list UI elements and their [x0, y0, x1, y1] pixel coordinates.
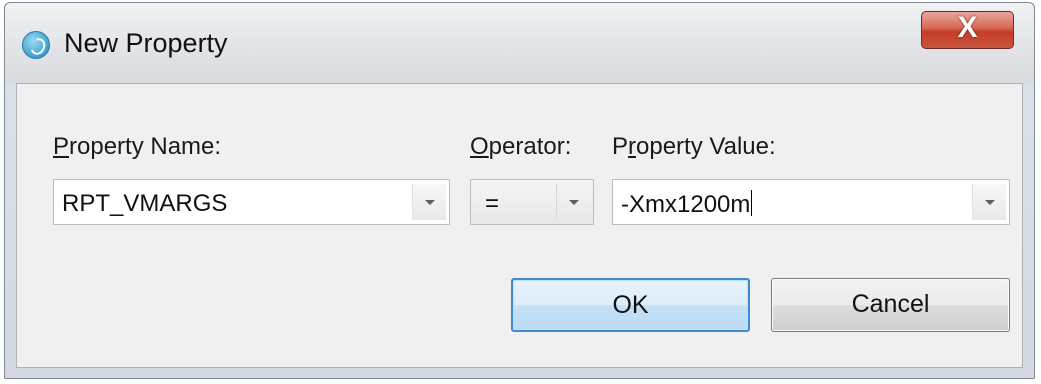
chevron-down-icon[interactable] [556, 184, 590, 220]
operator-label: Operator: [470, 133, 572, 160]
property-value-label: Property Value: [612, 133, 776, 160]
title-bar[interactable]: New Property X [5, 3, 1034, 83]
chevron-down-icon[interactable] [412, 184, 446, 220]
dialog-body: Property Name: Operator: Property Value:… [16, 83, 1023, 368]
property-name-value: RPT_VMARGS [62, 190, 228, 217]
ok-button[interactable]: OK [511, 278, 750, 332]
new-property-dialog: New Property X Property Name: Operator: … [4, 2, 1035, 379]
chevron-down-icon[interactable] [972, 184, 1006, 220]
operator-value: = [485, 190, 500, 217]
close-icon: X [957, 11, 978, 44]
operator-combo[interactable]: = [470, 179, 594, 225]
app-icon [22, 31, 50, 59]
cancel-button[interactable]: Cancel [771, 278, 1010, 332]
property-name-combo[interactable]: RPT_VMARGS [53, 179, 450, 225]
property-value-combo[interactable]: -Xmx1200m [612, 179, 1010, 225]
property-value-input[interactable]: -Xmx1200m [621, 190, 753, 219]
text-caret [751, 190, 753, 216]
property-name-label: Property Name: [53, 133, 222, 160]
close-button[interactable]: X [921, 11, 1014, 49]
window-title: New Property [64, 28, 228, 58]
